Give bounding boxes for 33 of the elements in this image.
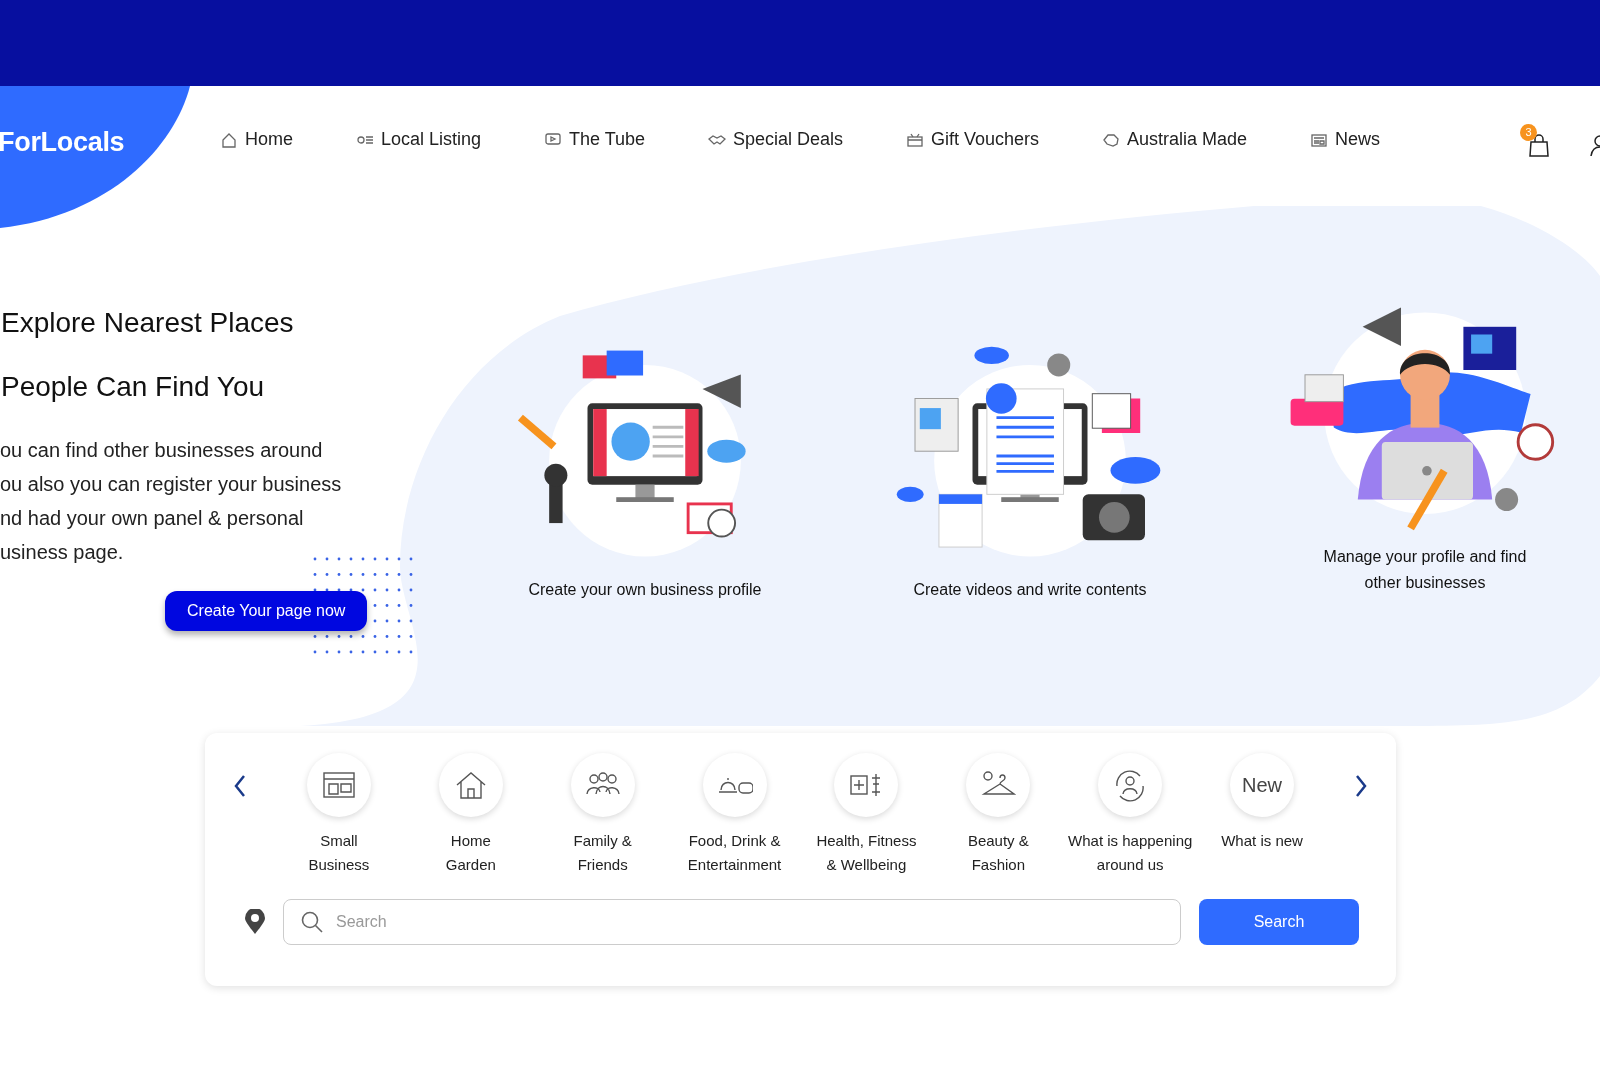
category-item[interactable]: Small Business <box>274 753 403 877</box>
category-item[interactable]: Food, Drink & Entertainment <box>670 753 799 877</box>
cart-count-badge: 3 <box>1520 124 1537 141</box>
hero-heading: Explore Nearest Places <box>1 306 295 340</box>
user-icon[interactable] <box>1590 134 1600 158</box>
nav-link[interactable]: Local Listing <box>355 126 482 153</box>
category-item[interactable]: Family & Friends <box>538 753 667 877</box>
create-page-button[interactable]: Create Your page now <box>165 591 368 631</box>
search-button[interactable]: Search <box>1199 899 1359 945</box>
nav-link[interactable]: The Tube <box>543 126 646 153</box>
previous-button[interactable] <box>233 773 247 798</box>
nav-link[interactable]: Gift Vouchers <box>905 126 1040 153</box>
chevron-right-icon <box>1354 773 1368 798</box>
category-item[interactable]: New What is new <box>1198 753 1327 877</box>
hero-heading: People Can Find You <box>1 369 266 404</box>
location-pin-icon <box>245 909 265 935</box>
category-item[interactable]: Home Garden <box>406 753 535 877</box>
nav-link[interactable]: Special Deals <box>707 126 844 153</box>
new-label: New <box>1242 773 1283 798</box>
category-item[interactable]: What is happening around us <box>1066 753 1195 877</box>
feature-caption: Create videos and write contents <box>913 580 1147 600</box>
next-button[interactable] <box>1354 773 1368 798</box>
category-item[interactable]: Health, Fitness & Wellbeing <box>802 753 931 877</box>
category-item[interactable]: Beauty & Fashion <box>934 753 1063 877</box>
logo-text: ForLocals <box>0 126 125 159</box>
chevron-left-icon <box>233 773 247 798</box>
nav-link[interactable]: Australia Made <box>1101 126 1248 153</box>
nav-link[interactable]: Home <box>220 126 293 153</box>
nav-link[interactable]: News <box>1309 126 1380 153</box>
search-field[interactable]: Search <box>283 899 1181 945</box>
feature-caption: Manage your profile and find other businesses <box>1323 547 1527 593</box>
hero-paragraph: ou can find other businesses around ou also you can register your business nd had your own panel & personal usiness page. <box>0 438 343 566</box>
feature-caption: Create your own business profile <box>528 580 762 600</box>
